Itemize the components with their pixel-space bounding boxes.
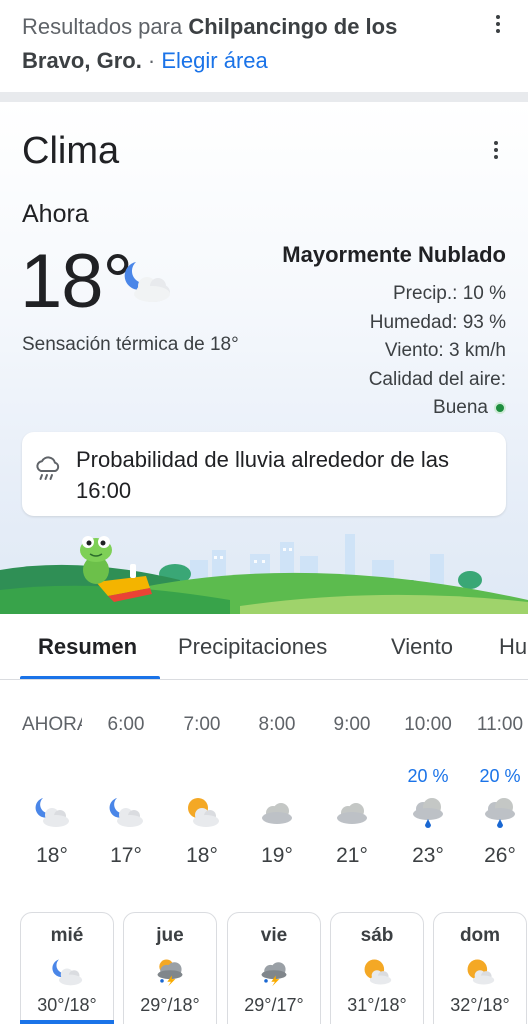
day-name: dom [459,925,501,946]
weather-tabs: Resumen Precipitaciones Viento Hu [0,614,528,680]
hour-precip: 20 % [479,766,521,786]
hour-temp: 21° [336,844,368,867]
hour-temp: 19° [261,844,293,867]
hour-temp: 17° [110,844,142,867]
now-label: Ahora [22,200,89,228]
active-day-indicator [20,1020,114,1024]
section-divider [0,92,528,102]
tab-precipitaciones[interactable]: Precipitaciones [178,634,327,660]
tab-viento[interactable]: Viento [391,634,453,660]
change-area-link[interactable]: Elegir área [161,48,267,73]
tab-humedad[interactable]: Hu [499,634,527,660]
hour-temp: 18° [36,844,68,867]
weather-card: Clima Ahora 18° Sensación térmica de 18°… [0,102,528,614]
weather-illustration [0,530,528,614]
separator: · [141,48,162,73]
moon-cloud-icon [51,957,83,992]
hour-temp: 26° [484,844,516,867]
hour-temp: 23° [412,844,444,867]
day-range: 29°/17° [244,995,304,1015]
day-range: 30°/18° [37,995,97,1015]
air-quality-value: Buena [433,397,488,418]
day-name: mié [50,925,84,946]
daily-forecast: mié 30°/18° jue 29°/18° vie 29°/17° sáb … [0,910,528,1024]
feels-like: Sensación térmica de 18° [22,334,239,355]
hour-time: 9:00 [333,714,371,735]
hour-time: 7:00 [183,714,221,735]
day-name: sáb [360,925,394,946]
active-tab-indicator [20,676,160,679]
wind: Viento: 3 km/h [384,340,506,361]
hour-time: AHORA [22,714,82,735]
day-card[interactable]: mié 30°/18° [20,912,114,1024]
weather-details: Precip.: 10 % Humedad: 93 % Viento: 3 km… [369,280,506,423]
humidity: Humedad: 93 % [369,311,506,333]
tab-resumen[interactable]: Resumen [38,634,137,660]
day-card[interactable]: vie 29°/17° [227,912,321,1024]
moon-cloud-icon [122,256,174,313]
sun-cloud-icon [464,957,496,992]
air-quality-label: Calidad del aire: [368,368,506,390]
day-card[interactable]: jue 29°/18° [123,912,217,1024]
rain-notice-text: Probabilidad de lluvia alrededor de las … [76,447,450,503]
hour-temp: 18° [186,844,218,867]
moon-cloud-icon [34,796,70,833]
day-card[interactable]: sáb 31°/18° [330,912,424,1024]
precipitation: Precip.: 10 % [393,283,506,304]
day-range: 32°/18° [450,995,510,1015]
results-prefix: Resultados para [22,14,189,39]
hour-time: 6:00 [107,714,145,735]
moon-cloud-icon [108,796,144,833]
hour-time: 11:00 [476,714,524,735]
day-name: jue [156,925,184,946]
rain-icon [482,796,518,835]
air-quality-dot [494,402,506,414]
hour-time: 10:00 [404,714,452,735]
hour-time: 8:00 [258,714,296,735]
weather-title: Clima [22,130,120,172]
more-vert-icon[interactable] [486,138,506,162]
cloud-icon [259,796,295,833]
hourly-forecast: AHORA 18° 6:00 17° 7:00 18° 8:00 19° 9:0… [0,680,528,890]
sun-cloud-icon [361,957,393,992]
air-quality[interactable]: Buena [369,394,506,423]
rain-icon [410,796,446,835]
condition-text: Mayormente Nublado [282,242,506,267]
day-card[interactable]: dom 32°/18° [433,912,527,1024]
current-temperature: 18° [20,239,133,324]
cloud-icon [334,796,370,833]
rain-cloud-icon [34,456,62,489]
sun-cloud-icon [184,796,220,833]
day-range: 31°/18° [347,995,407,1015]
results-header: Resultados para Chilpancingo de los Brav… [0,0,528,92]
rain-notice[interactable]: Probabilidad de lluvia alrededor de las … [22,432,506,516]
hour-precip: 20 % [407,766,449,786]
day-name: vie [260,925,288,946]
more-vert-icon[interactable] [488,12,508,36]
thunderstorm-icon [154,957,186,992]
results-text: Resultados para Chilpancingo de los Brav… [22,10,462,78]
day-range: 29°/18° [140,995,200,1015]
thunderstorm-icon [258,957,290,992]
